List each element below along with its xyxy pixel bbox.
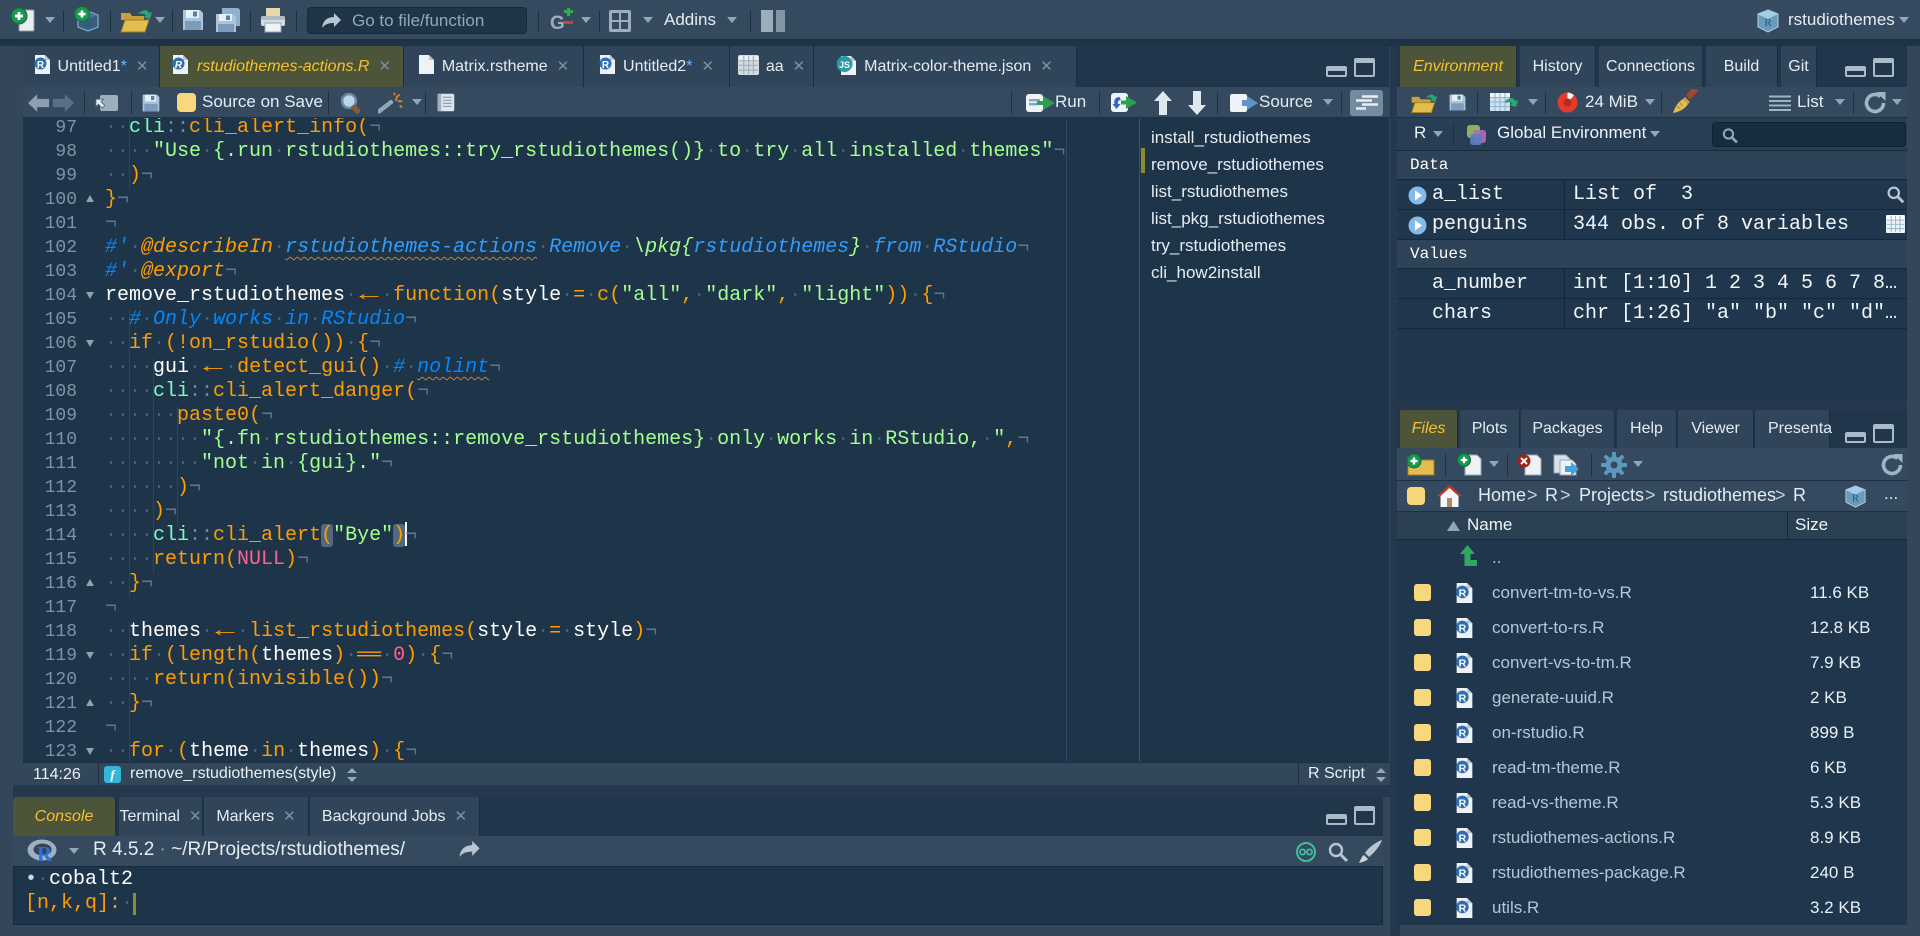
svg-text:R: R xyxy=(1459,904,1467,915)
svg-text:R: R xyxy=(1459,869,1467,880)
svg-text:G: G xyxy=(550,13,565,34)
svg-text:R: R xyxy=(1459,729,1467,740)
svg-text:R: R xyxy=(1459,834,1467,845)
svg-text:R: R xyxy=(37,842,53,864)
svg-text:R: R xyxy=(1764,17,1772,29)
svg-text:R: R xyxy=(1459,764,1467,775)
svg-text:R: R xyxy=(1459,694,1467,705)
svg-text:R: R xyxy=(175,60,183,71)
svg-text:R: R xyxy=(36,60,44,71)
svg-text:R: R xyxy=(1459,659,1467,670)
svg-text:R: R xyxy=(1459,799,1467,810)
svg-text:R: R xyxy=(1459,624,1467,635)
svg-text:R: R xyxy=(1852,493,1860,504)
svg-text:R: R xyxy=(602,60,610,71)
svg-text:R: R xyxy=(1459,589,1467,600)
svg-text:JS: JS xyxy=(839,60,850,70)
